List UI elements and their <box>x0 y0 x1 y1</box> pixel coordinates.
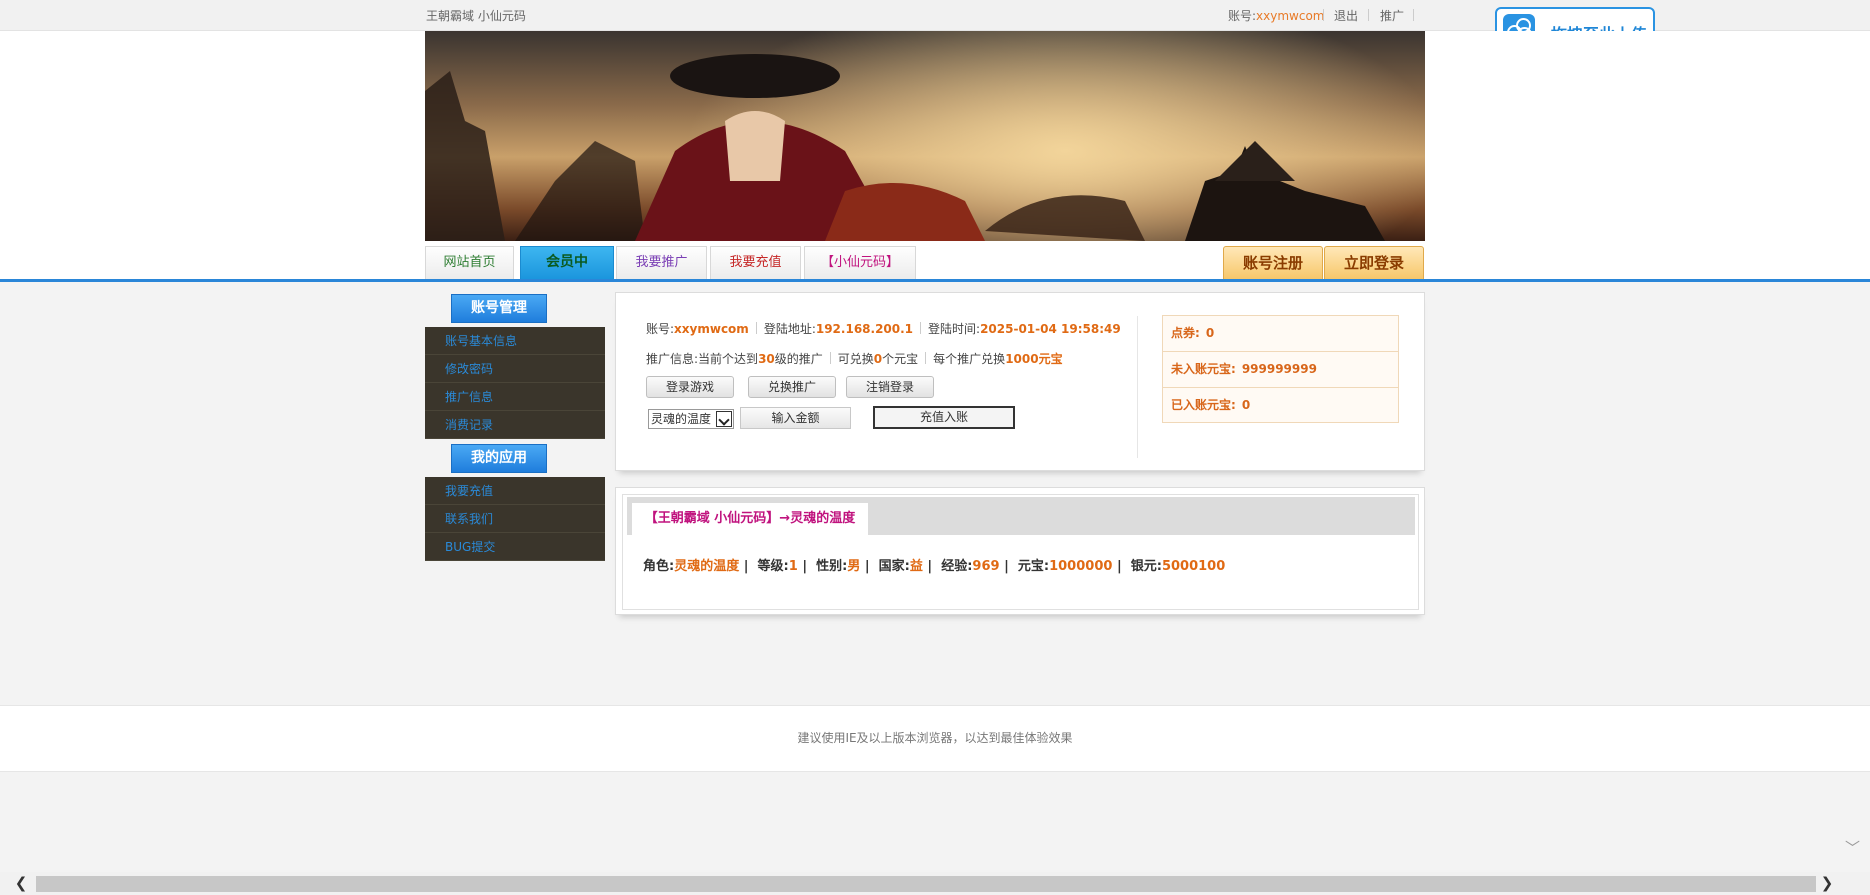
banner-artwork <box>425 54 1385 241</box>
tab-label: 【小仙元码】 <box>820 255 899 270</box>
label: 银元: <box>1130 559 1162 574</box>
label: 推广信息: <box>646 352 699 366</box>
label: 性别: <box>816 559 848 574</box>
each-amount: 1000元宝 <box>1005 352 1063 366</box>
login-game-button[interactable]: 登录游戏 <box>646 376 734 398</box>
game-banner-image <box>425 31 1425 241</box>
sidebar-item-change-password[interactable]: 修改密码 <box>425 355 605 383</box>
tab-label: 网站首页 <box>443 255 496 270</box>
account-info-line: 账号:xxymwcom 登陆地址:192.168.200.1 登陆时间:2025-0… <box>646 320 1121 337</box>
label: 国家: <box>878 559 910 574</box>
logout-link[interactable]: 退出 <box>1334 7 1358 24</box>
logout-button[interactable]: 注销登录 <box>846 376 934 398</box>
scroll-left-icon[interactable]: ❮ <box>14 875 28 891</box>
account-link[interactable]: xxymwcom <box>1256 9 1324 23</box>
chevron-down-icon <box>716 411 732 427</box>
scroll-right-icon[interactable]: ❯ <box>1820 875 1834 891</box>
tab-label: 我要充值 <box>729 255 782 270</box>
login-button[interactable]: 立即登录 <box>1324 246 1424 280</box>
divider <box>1413 9 1414 21</box>
gender-value: 男 <box>847 559 861 574</box>
label: 元宝: <box>1017 559 1050 574</box>
sidebar-header-account: 账号管理 <box>451 294 547 323</box>
label: 账号: <box>646 322 675 336</box>
pending-row: 未入账元宝: 999999999 <box>1163 352 1398 388</box>
sidebar-apps-menu: 我要充值 联系我们 BUG提交 <box>425 477 605 561</box>
role-select[interactable]: 灵魂的温度 <box>648 409 734 429</box>
account-indicator: 账号:xxymwcom <box>1228 7 1324 24</box>
tab-label: 会员中 <box>546 254 588 270</box>
balance-box: 点券: 0 未入账元宝: 999999999 已入账元宝: 0 <box>1162 315 1399 423</box>
sidebar-header-apps: 我的应用 <box>451 444 547 473</box>
footer: 建议使用IE及以上版本浏览器，以达到最佳体验效果 <box>0 705 1870 772</box>
charge-button[interactable]: 充值入账 <box>873 406 1015 429</box>
exchange-promo-button[interactable]: 兑换推广 <box>748 376 836 398</box>
promote-link[interactable]: 推广 <box>1380 7 1404 24</box>
level-value: 1 <box>788 559 798 574</box>
tab-promote[interactable]: 我要推广 <box>616 246 707 279</box>
label: 角色: <box>643 559 675 574</box>
divider <box>1323 9 1324 21</box>
footer-text: 建议使用IE及以上版本浏览器，以达到最佳体验效果 <box>797 731 1073 745</box>
sidebar-item-promo-info[interactable]: 推广信息 <box>425 383 605 411</box>
tab-xiaoxian[interactable]: 【小仙元码】 <box>804 246 916 279</box>
character-tab[interactable]: 【王朝霸域 小仙元码】→灵魂的温度 <box>632 503 868 535</box>
sidebar-item-spend-records[interactable]: 消费记录 <box>425 411 605 439</box>
character-stats: 角色:灵魂的温度 | 等级:1 | 性别:男 | 国家:益 | 经验:969 |… <box>643 559 1226 574</box>
label: 登陆地址: <box>763 322 816 336</box>
role-select-value: 灵魂的温度 <box>651 412 712 426</box>
points-row: 点券: 0 <box>1163 316 1398 352</box>
divider <box>1368 9 1369 21</box>
tab-member-center[interactable]: 会员中 <box>520 246 614 279</box>
account-label: 账号: <box>1228 9 1257 23</box>
promo-info-line: 推广信息:当前个达到30级的推广 可兑换0个元宝 每个推广兑换1000元宝 <box>646 350 1063 367</box>
account-value: xxymwcom <box>674 322 749 336</box>
scroll-down-icon[interactable]: ﹀ <box>1845 840 1860 856</box>
text: 个元宝 <box>882 352 919 366</box>
label: 登陆时间: <box>928 322 981 336</box>
tab-label: 我要推广 <box>635 255 688 270</box>
promo-level: 30 <box>758 352 775 366</box>
text: 可兑换 <box>837 352 874 366</box>
sidebar-item-account-info[interactable]: 账号基本信息 <box>425 327 605 355</box>
text: 级的推广 <box>774 352 823 366</box>
login-address-value: 192.168.200.1 <box>815 322 914 336</box>
label: 已入账元宝: <box>1171 398 1236 412</box>
register-button[interactable]: 账号注册 <box>1223 246 1323 280</box>
points-value: 0 <box>1205 326 1215 340</box>
tab-recharge[interactable]: 我要充值 <box>710 246 801 279</box>
login-time-value: 2025-01-04 19:58:49 <box>980 322 1121 336</box>
amount-input[interactable]: 输入金额 <box>740 407 851 429</box>
scrollbar-thumb[interactable] <box>36 876 1816 892</box>
role-value: 灵魂的温度 <box>674 559 740 574</box>
horizontal-scrollbar[interactable]: ❮ ❯ <box>0 872 1870 895</box>
label: 经验: <box>941 559 973 574</box>
sidebar-item-bug-report[interactable]: BUG提交 <box>425 533 605 561</box>
yuanbao-value: 1000000 <box>1049 559 1113 574</box>
text: 当前个达到 <box>698 352 759 366</box>
label: 点券: <box>1171 326 1200 340</box>
label: 未入账元宝: <box>1171 362 1236 376</box>
text: 每个推广兑换 <box>933 352 1006 366</box>
pending-value: 999999999 <box>1241 362 1317 376</box>
nav-underline <box>0 279 1870 282</box>
credited-row: 已入账元宝: 0 <box>1163 388 1398 424</box>
silver-value: 5000100 <box>1161 559 1226 574</box>
exp-value: 969 <box>972 559 1000 574</box>
sidebar-item-contact[interactable]: 联系我们 <box>425 505 605 533</box>
tab-home[interactable]: 网站首页 <box>425 246 514 279</box>
nation-value: 益 <box>909 559 923 574</box>
sidebar-account-menu: 账号基本信息 修改密码 推广信息 消费记录 <box>425 327 605 439</box>
site-name: 王朝霸域 小仙元码 <box>426 9 526 23</box>
label: 等级: <box>757 559 789 574</box>
sidebar-item-recharge[interactable]: 我要充值 <box>425 477 605 505</box>
credited-value: 0 <box>1241 398 1251 412</box>
exchange-count: 0 <box>873 352 883 366</box>
panel-divider <box>1137 316 1138 458</box>
